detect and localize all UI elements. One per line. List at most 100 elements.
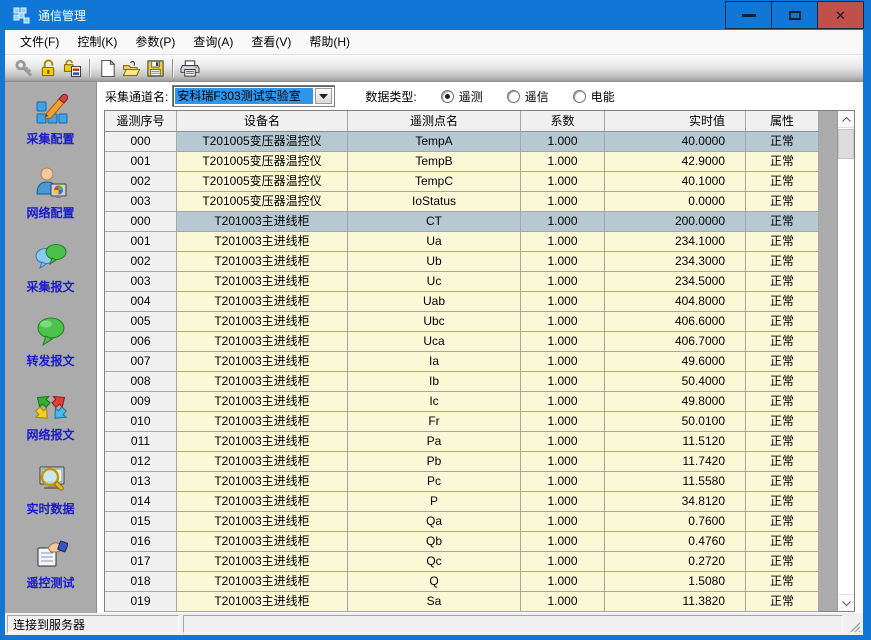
cell-point-name[interactable]: P [348, 492, 521, 512]
cell-device-name[interactable]: T201005变压器温控仪 [177, 152, 348, 172]
cell-realtime-value[interactable]: 404.8000 [605, 292, 746, 312]
combobox-dropdown-button[interactable] [315, 88, 332, 104]
cell-status[interactable]: 正常 [746, 572, 819, 592]
table-row[interactable]: 010 T201003主进线柜 Fr 1.000 50.0100 正常 [105, 412, 819, 432]
table-row[interactable]: 007 T201003主进线柜 Ia 1.000 49.6000 正常 [105, 352, 819, 372]
cell-device-name[interactable]: T201003主进线柜 [177, 412, 348, 432]
cell-coefficient[interactable]: 1.000 [521, 392, 605, 412]
cell-index[interactable]: 004 [105, 292, 177, 312]
cell-index[interactable]: 000 [105, 212, 177, 232]
menu-item[interactable]: 帮助(H) [300, 30, 359, 54]
cell-status[interactable]: 正常 [746, 532, 819, 552]
channel-combobox-value[interactable]: 安科瑞F303测试实验室 [175, 88, 313, 104]
cell-point-name[interactable]: Pb [348, 452, 521, 472]
cell-index[interactable]: 015 [105, 512, 177, 532]
cell-device-name[interactable]: T201003主进线柜 [177, 272, 348, 292]
cell-point-name[interactable]: Ubc [348, 312, 521, 332]
sidebar-item-collect-config[interactable]: 采集配置 [5, 90, 96, 164]
table-row[interactable]: 009 T201003主进线柜 Ic 1.000 49.8000 正常 [105, 392, 819, 412]
cell-index[interactable]: 006 [105, 332, 177, 352]
cell-status[interactable]: 正常 [746, 312, 819, 332]
cell-realtime-value[interactable]: 234.3000 [605, 252, 746, 272]
cell-device-name[interactable]: T201005变压器温控仪 [177, 132, 348, 152]
cell-realtime-value[interactable]: 42.9000 [605, 152, 746, 172]
table-row[interactable]: 011 T201003主进线柜 Pa 1.000 11.5120 正常 [105, 432, 819, 452]
cell-coefficient[interactable]: 1.000 [521, 132, 605, 152]
cell-device-name[interactable]: T201003主进线柜 [177, 392, 348, 412]
cell-point-name[interactable]: Ub [348, 252, 521, 272]
cell-coefficient[interactable]: 1.000 [521, 272, 605, 292]
cell-coefficient[interactable]: 1.000 [521, 572, 605, 592]
table-row[interactable]: 001 T201003主进线柜 Ua 1.000 234.1000 正常 [105, 232, 819, 252]
cell-device-name[interactable]: T201003主进线柜 [177, 512, 348, 532]
table-column-header[interactable]: 遥测点名 [348, 111, 521, 132]
sidebar-item-forward-message[interactable]: 转发报文 [5, 312, 96, 386]
cell-coefficient[interactable]: 1.000 [521, 472, 605, 492]
table-column-header[interactable]: 遥测序号 [105, 111, 177, 132]
cell-point-name[interactable]: Ic [348, 392, 521, 412]
unlock-icon[interactable] [36, 57, 60, 79]
table-row[interactable]: 004 T201003主进线柜 Uab 1.000 404.8000 正常 [105, 292, 819, 312]
table-row[interactable]: 012 T201003主进线柜 Pb 1.000 11.7420 正常 [105, 452, 819, 472]
cell-point-name[interactable]: Pa [348, 432, 521, 452]
cell-status[interactable]: 正常 [746, 152, 819, 172]
cell-point-name[interactable]: Ib [348, 372, 521, 392]
cell-realtime-value[interactable]: 200.0000 [605, 212, 746, 232]
cell-point-name[interactable]: TempA [348, 132, 521, 152]
cell-point-name[interactable]: Ua [348, 232, 521, 252]
table-row[interactable]: 008 T201003主进线柜 Ib 1.000 50.4000 正常 [105, 372, 819, 392]
cell-index[interactable]: 003 [105, 272, 177, 292]
table-row[interactable]: 016 T201003主进线柜 Qb 1.000 0.4760 正常 [105, 532, 819, 552]
cell-realtime-value[interactable]: 234.1000 [605, 232, 746, 252]
cell-realtime-value[interactable]: 49.8000 [605, 392, 746, 412]
cell-status[interactable]: 正常 [746, 172, 819, 192]
cell-point-name[interactable]: Qb [348, 532, 521, 552]
cell-device-name[interactable]: T201003主进线柜 [177, 232, 348, 252]
cell-status[interactable]: 正常 [746, 472, 819, 492]
cell-index[interactable]: 001 [105, 232, 177, 252]
cell-status[interactable]: 正常 [746, 392, 819, 412]
cell-coefficient[interactable]: 1.000 [521, 352, 605, 372]
cell-device-name[interactable]: T201003主进线柜 [177, 552, 348, 572]
cell-coefficient[interactable]: 1.000 [521, 412, 605, 432]
cell-point-name[interactable]: IoStatus [348, 192, 521, 212]
cell-device-name[interactable]: T201003主进线柜 [177, 472, 348, 492]
cell-coefficient[interactable]: 1.000 [521, 372, 605, 392]
cell-realtime-value[interactable]: 0.4760 [605, 532, 746, 552]
radio-icon[interactable] [507, 90, 520, 103]
cell-index[interactable]: 009 [105, 392, 177, 412]
sidebar-item-remote-test[interactable]: 遥控测试 [5, 534, 96, 608]
cell-realtime-value[interactable]: 406.7000 [605, 332, 746, 352]
table-row[interactable]: 000 T201003主进线柜 CT 1.000 200.0000 正常 [105, 212, 819, 232]
cell-point-name[interactable]: Uc [348, 272, 521, 292]
scrollbar-thumb[interactable] [838, 129, 854, 159]
cell-realtime-value[interactable]: 34.8120 [605, 492, 746, 512]
cell-point-name[interactable]: TempB [348, 152, 521, 172]
cell-device-name[interactable]: T201003主进线柜 [177, 352, 348, 372]
cell-index[interactable]: 000 [105, 132, 177, 152]
cell-device-name[interactable]: T201003主进线柜 [177, 532, 348, 552]
cell-status[interactable]: 正常 [746, 412, 819, 432]
cell-realtime-value[interactable]: 50.4000 [605, 372, 746, 392]
cell-coefficient[interactable]: 1.000 [521, 492, 605, 512]
radio-icon[interactable] [573, 90, 586, 103]
cell-coefficient[interactable]: 1.000 [521, 592, 605, 612]
menu-item[interactable]: 查看(V) [242, 30, 300, 54]
menu-item[interactable]: 查询(A) [184, 30, 242, 54]
cell-device-name[interactable]: T201003主进线柜 [177, 212, 348, 232]
table-column-header[interactable]: 实时值 [605, 111, 746, 132]
cell-coefficient[interactable]: 1.000 [521, 172, 605, 192]
cell-index[interactable]: 008 [105, 372, 177, 392]
cell-point-name[interactable]: Fr [348, 412, 521, 432]
cell-status[interactable]: 正常 [746, 352, 819, 372]
cell-status[interactable]: 正常 [746, 492, 819, 512]
table-row[interactable]: 006 T201003主进线柜 Uca 1.000 406.7000 正常 [105, 332, 819, 352]
print-icon[interactable] [178, 57, 202, 79]
cell-point-name[interactable]: Qa [348, 512, 521, 532]
cell-coefficient[interactable]: 1.000 [521, 452, 605, 472]
table-row[interactable]: 013 T201003主进线柜 Pc 1.000 11.5580 正常 [105, 472, 819, 492]
cell-realtime-value[interactable]: 406.6000 [605, 312, 746, 332]
cell-coefficient[interactable]: 1.000 [521, 332, 605, 352]
table-row[interactable]: 000 T201005变压器温控仪 TempA 1.000 40.0000 正常 [105, 132, 819, 152]
cell-device-name[interactable]: T201003主进线柜 [177, 492, 348, 512]
